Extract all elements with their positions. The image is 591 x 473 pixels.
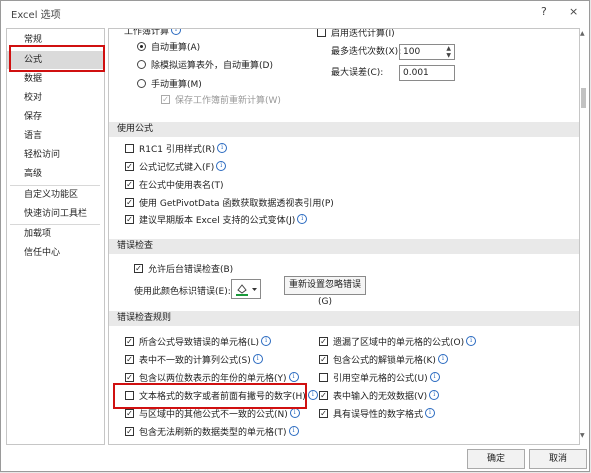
category-sidebar: 常规 公式 数据 校对 保存 语言 轻松访问 高级 自定义功能区 快速访问工具栏… bbox=[6, 28, 105, 445]
checkbox-table-names[interactable]: ✓ 在公式中使用表名(T) bbox=[125, 179, 224, 193]
section-working-with-formulas: 使用公式 bbox=[109, 122, 579, 137]
info-icon: i bbox=[437, 353, 448, 364]
checkbox-iterative[interactable]: 启用迭代计算(I) bbox=[317, 29, 395, 41]
sidebar-item-advanced[interactable]: 高级 bbox=[7, 165, 103, 183]
info-icon: i bbox=[425, 407, 436, 418]
rule-unrefreshable-types[interactable]: ✓ 包含无法刷新的数据类型的单元格(T) i bbox=[125, 425, 299, 440]
rule-inconsistent-column[interactable]: ✓ 表中不一致的计算列公式(S) i bbox=[125, 353, 263, 368]
checkbox-icon: ✓ bbox=[125, 427, 134, 436]
fill-color-icon bbox=[236, 284, 257, 296]
info-icon: i bbox=[289, 407, 300, 418]
excel-options-dialog: Excel 选项 ? × 常规 公式 数据 校对 保存 语言 轻松访问 高级 自… bbox=[0, 0, 590, 472]
checkbox-icon: ✓ bbox=[125, 409, 134, 418]
sidebar-item-addins[interactable]: 加载项 bbox=[7, 225, 103, 243]
rule-formula-errors[interactable]: ✓ 所含公式导致错误的单元格(L) i bbox=[125, 335, 272, 350]
radio-auto[interactable]: 自动重算(A) bbox=[137, 41, 200, 55]
checkbox-getpivotdata[interactable]: ✓ 使用 GetPivotData 函数获取数据透视表引用(P) bbox=[125, 197, 334, 211]
workbook-calc-label: 工作簿计算 i bbox=[124, 29, 182, 39]
checkbox-autocomplete[interactable]: ✓ 公式记忆式键入(F) i bbox=[125, 160, 227, 175]
max-change-input[interactable]: 0.001 bbox=[399, 65, 455, 81]
checkbox-icon bbox=[317, 29, 326, 37]
checkbox-icon: ✓ bbox=[319, 409, 328, 418]
highlight-numbers-as-text bbox=[113, 383, 307, 409]
highlight-formulas bbox=[9, 45, 105, 72]
reset-ignored-errors-button[interactable]: 重新设置忽略错误(G) bbox=[284, 276, 366, 307]
max-iterations-spinner[interactable]: 100 ▲ ▼ bbox=[399, 44, 455, 60]
ok-button[interactable]: 确定 bbox=[467, 449, 525, 469]
radio-icon bbox=[137, 42, 146, 51]
sidebar-item-quick-access[interactable]: 快速访问工具栏 bbox=[7, 205, 103, 223]
section-error-checking: 错误检查 bbox=[109, 239, 579, 254]
rule-invalid-table-data[interactable]: ✓ 表中输入的无效数据(V) i bbox=[319, 389, 440, 404]
rule-omit-cells[interactable]: ✓ 遗漏了区域中的单元格的公式(O) i bbox=[319, 335, 477, 350]
scroll-up-icon[interactable]: ▲ bbox=[580, 30, 585, 37]
max-iterations-label: 最多迭代次数(X): bbox=[331, 47, 402, 57]
checkbox-icon bbox=[319, 373, 328, 382]
info-icon: i bbox=[288, 371, 299, 382]
rule-empty-cells[interactable]: 引用空单元格的公式(U) i bbox=[319, 371, 440, 386]
info-icon: i bbox=[252, 353, 263, 364]
checkbox-icon: ✓ bbox=[125, 162, 134, 171]
radio-icon bbox=[137, 60, 146, 69]
checkbox-version-variants[interactable]: ✓ 建议早期版本 Excel 支持的公式变体(J) i bbox=[125, 213, 308, 228]
checkbox-icon bbox=[125, 144, 134, 153]
rule-unlocked-cells[interactable]: ✓ 包含公式的解锁单元格(K) i bbox=[319, 353, 448, 368]
checkbox-recalc-before-save[interactable]: ✓ 保存工作簿前重新计算(W) bbox=[161, 94, 281, 108]
radio-icon bbox=[137, 79, 146, 88]
sidebar-item-accessibility[interactable]: 轻松访问 bbox=[7, 146, 103, 164]
close-button[interactable]: × bbox=[569, 5, 578, 18]
checkbox-icon: ✓ bbox=[125, 198, 134, 207]
info-icon: i bbox=[288, 425, 299, 436]
checkbox-icon: ✓ bbox=[161, 95, 170, 104]
sidebar-item-data[interactable]: 数据 bbox=[7, 70, 103, 88]
info-icon: i bbox=[261, 335, 272, 346]
checkbox-background-error-check[interactable]: ✓ 允许后台错误检查(B) bbox=[134, 263, 233, 277]
cancel-button[interactable]: 取消 bbox=[529, 449, 587, 469]
max-change-label: 最大误差(C): bbox=[331, 68, 384, 78]
checkbox-r1c1[interactable]: R1C1 引用样式(R) i bbox=[125, 142, 228, 157]
sidebar-item-customize-ribbon[interactable]: 自定义功能区 bbox=[7, 186, 103, 204]
info-icon: i bbox=[429, 389, 440, 400]
checkbox-icon: ✓ bbox=[319, 391, 328, 400]
error-color-label: 使用此颜色标识错误(E): bbox=[134, 287, 231, 297]
section-error-rules: 错误检查规则 bbox=[109, 311, 579, 326]
checkbox-icon: ✓ bbox=[125, 215, 134, 224]
window-title: Excel 选项 bbox=[11, 10, 61, 21]
rule-inconsistent-region[interactable]: ✓ 与区域中的其他公式不一致的公式(N) i bbox=[125, 407, 300, 422]
checkbox-icon: ✓ bbox=[125, 337, 134, 346]
info-icon: i bbox=[216, 160, 227, 171]
checkbox-icon: ✓ bbox=[125, 373, 134, 382]
scroll-down-icon[interactable]: ▼ bbox=[580, 432, 585, 439]
error-color-picker[interactable] bbox=[231, 279, 261, 299]
rule-misleading-number-format[interactable]: ✓ 具有误导性的数字格式 i bbox=[319, 407, 436, 422]
help-button[interactable]: ? bbox=[541, 5, 547, 18]
sidebar-item-proofing[interactable]: 校对 bbox=[7, 89, 103, 107]
info-icon: i bbox=[307, 389, 318, 400]
checkbox-icon: ✓ bbox=[125, 355, 134, 364]
sidebar-item-save[interactable]: 保存 bbox=[7, 108, 103, 126]
info-icon: i bbox=[429, 371, 440, 382]
title-bar: Excel 选项 ? × bbox=[1, 1, 589, 23]
info-icon: i bbox=[171, 29, 182, 35]
panel-scrollbar[interactable]: ▲ ▼ bbox=[579, 28, 589, 443]
radio-auto-except-tables[interactable]: 除模拟运算表外，自动重算(D) bbox=[137, 59, 273, 73]
checkbox-icon: ✓ bbox=[134, 264, 143, 273]
checkbox-icon: ✓ bbox=[319, 355, 328, 364]
info-icon: i bbox=[297, 213, 308, 224]
info-icon: i bbox=[217, 142, 228, 153]
sidebar-item-language[interactable]: 语言 bbox=[7, 127, 103, 145]
checkbox-icon: ✓ bbox=[319, 337, 328, 346]
radio-manual[interactable]: 手动重算(M) bbox=[137, 78, 202, 92]
checkbox-icon: ✓ bbox=[125, 180, 134, 189]
scrollbar-thumb[interactable] bbox=[581, 88, 586, 108]
info-icon: i bbox=[466, 335, 477, 346]
sidebar-item-trust-center[interactable]: 信任中心 bbox=[7, 244, 103, 262]
